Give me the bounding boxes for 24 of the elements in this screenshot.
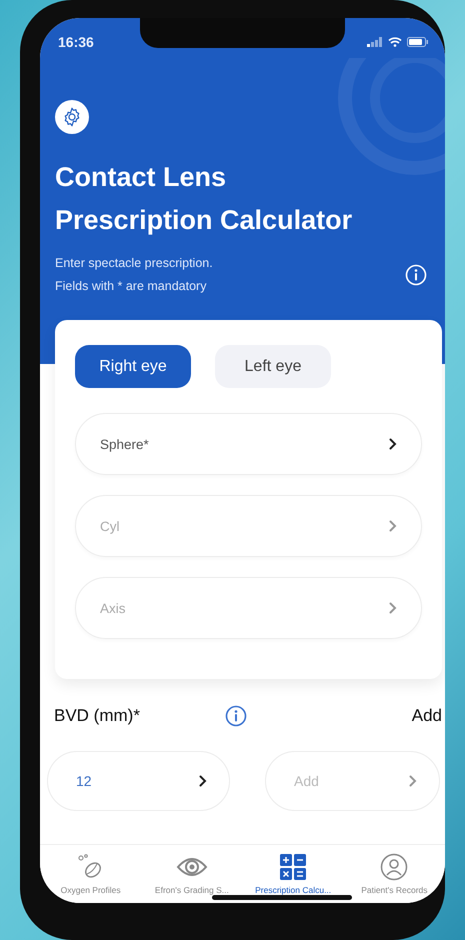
chevron-icon xyxy=(409,775,417,787)
tab-bar-item[interactable]: Efron's Grading S... xyxy=(141,845,242,896)
tab-bar-item[interactable]: Patient's Records xyxy=(344,845,445,896)
info-icon[interactable] xyxy=(225,705,247,727)
chevron-icon xyxy=(389,602,397,614)
eye-tab[interactable]: Left eye xyxy=(215,345,331,388)
status-time: 16:36 xyxy=(58,33,94,50)
eye-tab[interactable]: Right eye xyxy=(75,345,191,388)
battery-icon xyxy=(407,37,429,47)
signal-icon xyxy=(367,37,383,47)
instructions-text: Enter spectacle prescription. Fields with * are mandatory xyxy=(55,255,213,295)
user-icon xyxy=(380,853,408,881)
chevron-icon xyxy=(199,775,207,787)
add-link[interactable]: Add xyxy=(412,706,442,726)
wifi-icon xyxy=(388,37,402,47)
chevron-icon xyxy=(389,520,397,532)
chevron-icon xyxy=(389,438,397,450)
calculator-icon xyxy=(279,853,308,881)
tab-bar-item[interactable]: Oxygen Profiles xyxy=(40,845,142,896)
bvd-label: BVD (mm)* xyxy=(54,706,141,726)
settings-button[interactable] xyxy=(55,100,89,134)
bvd-field[interactable]: 12 xyxy=(47,751,230,811)
page-title: Contact Lens Prescription Calculator xyxy=(55,161,354,237)
prescription-field[interactable]: Sphere* xyxy=(75,413,422,475)
